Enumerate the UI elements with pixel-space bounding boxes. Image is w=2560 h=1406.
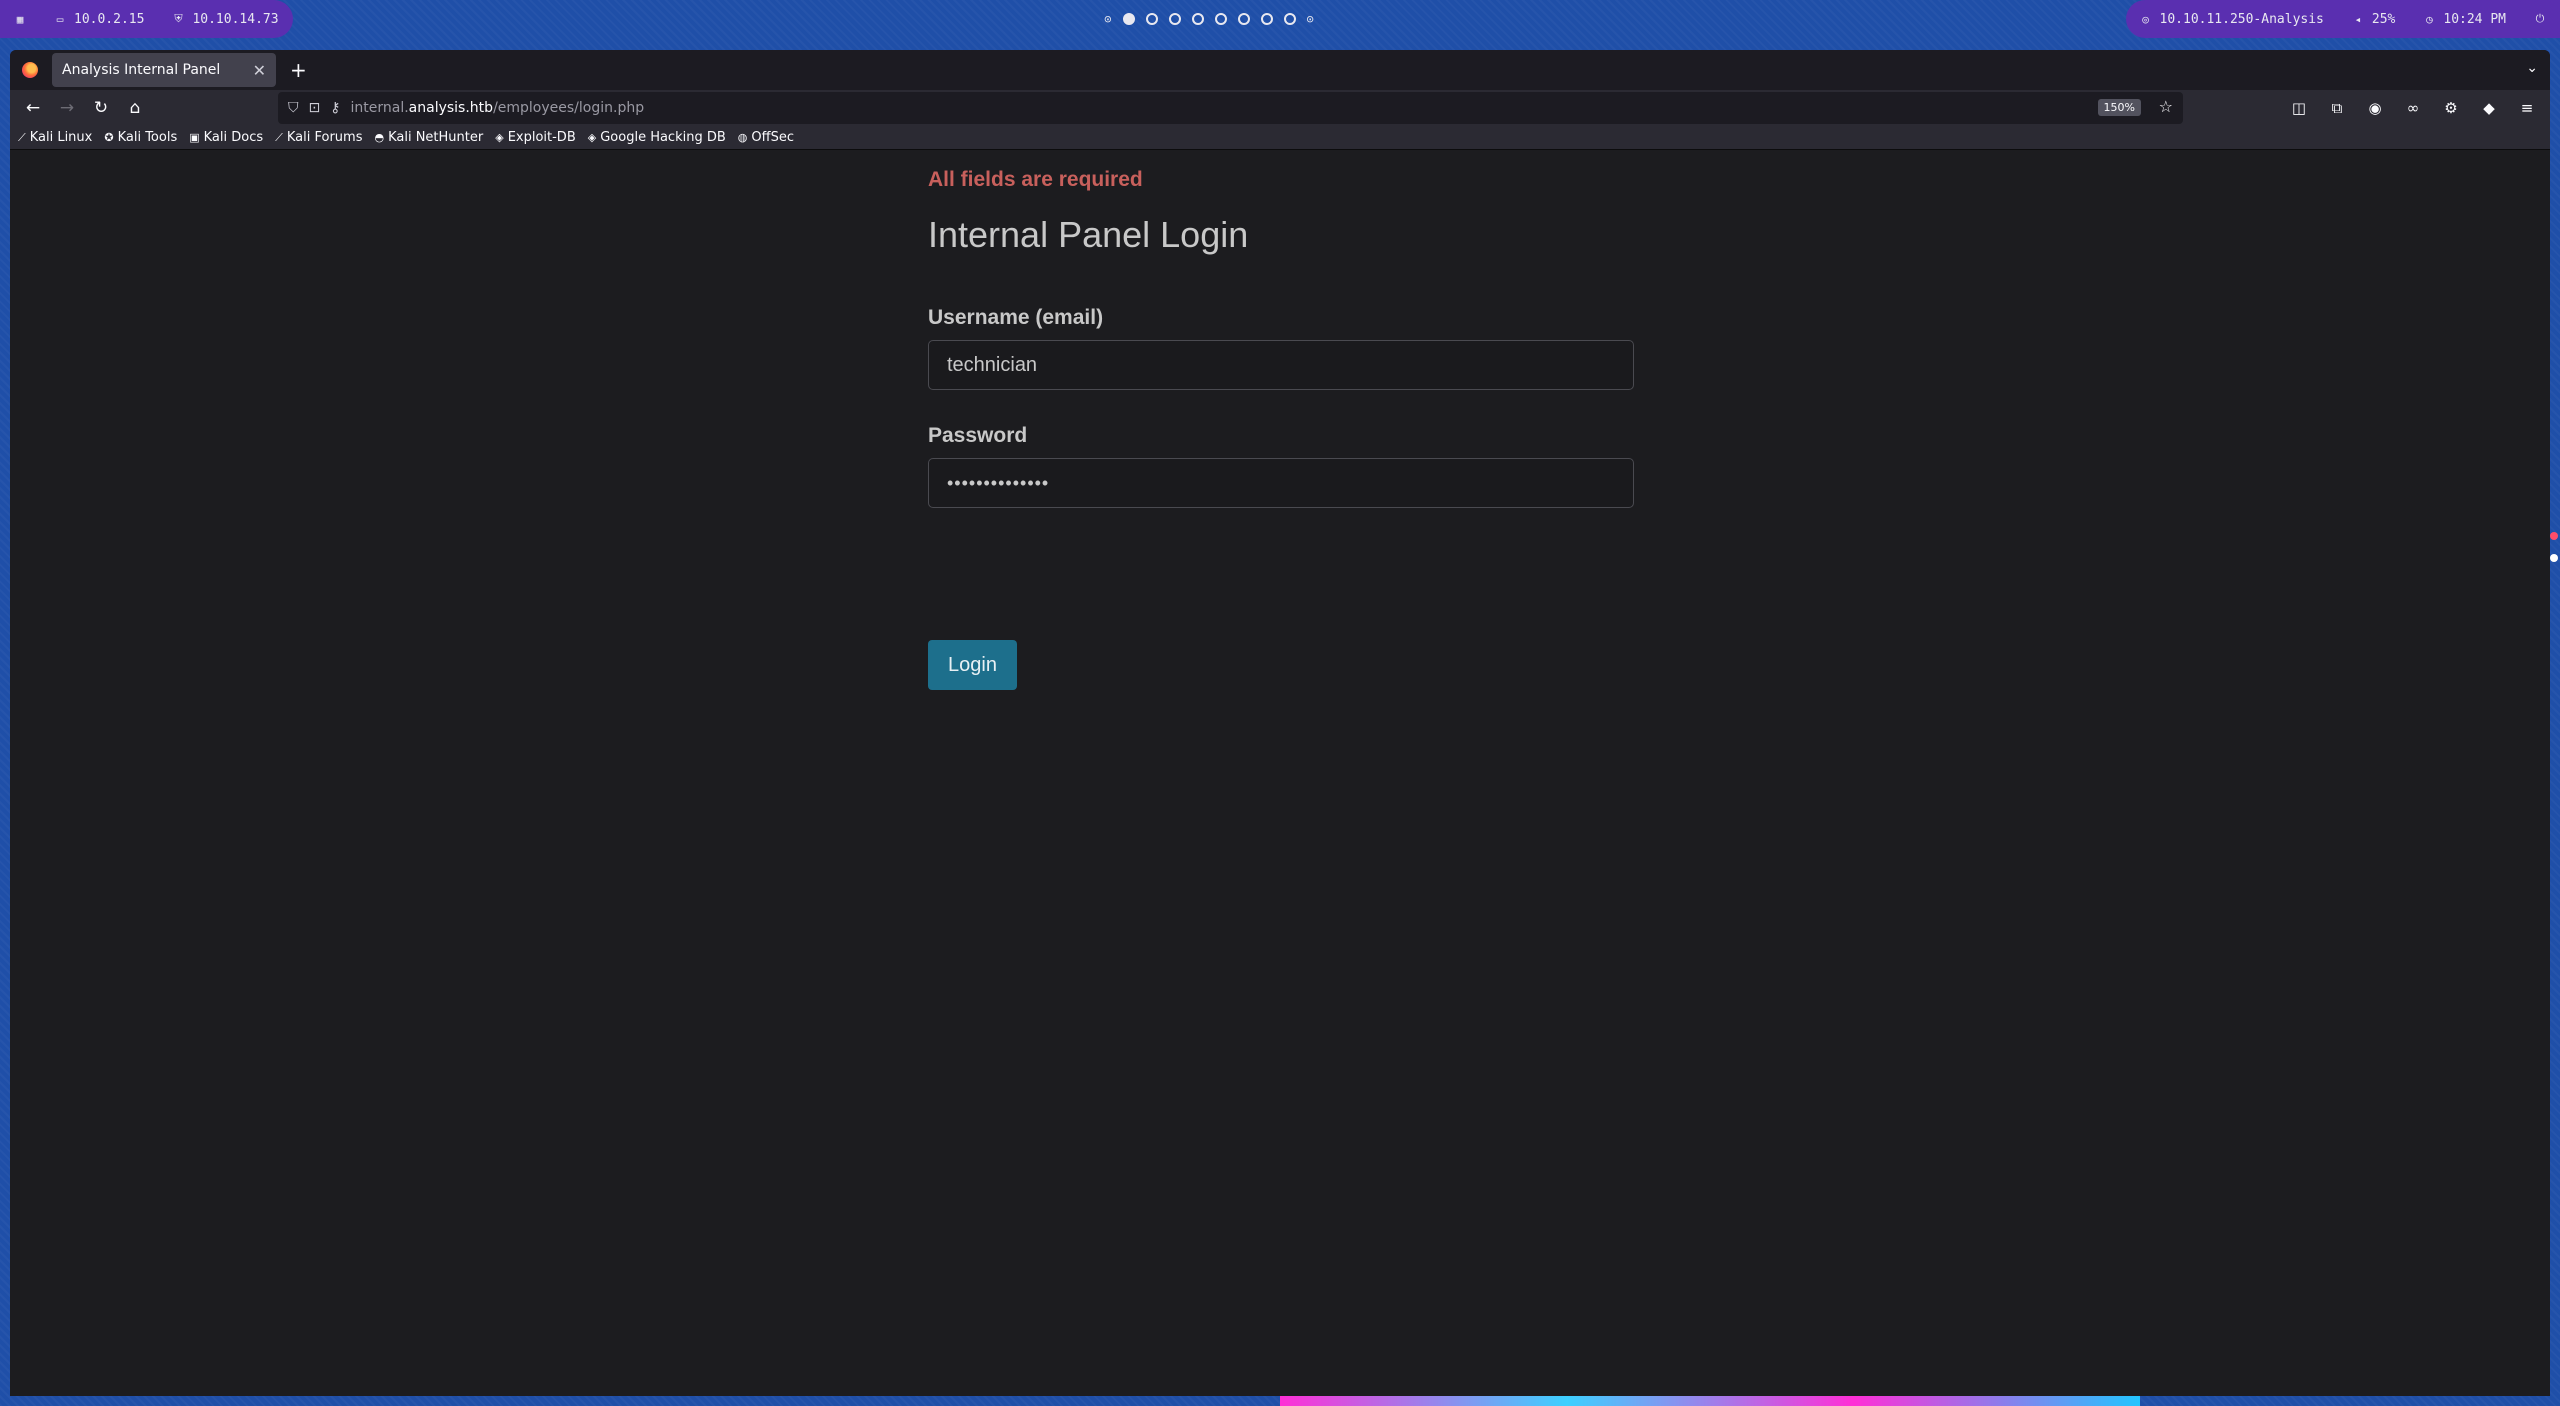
clock-icon: ◷ — [2426, 12, 2433, 26]
workspace-9[interactable] — [1283, 13, 1296, 25]
target-label: 10.10.11.250-Analysis — [2159, 11, 2324, 27]
clock-label: 10:24 PM — [2443, 11, 2506, 27]
bookmark-kali-linux[interactable]: ⟋ Kali Linux — [18, 130, 92, 145]
bookmark-offsec[interactable]: ◍ OffSec — [738, 130, 794, 145]
volume-label: 25% — [2371, 11, 2396, 27]
page-title: Internal Panel Login — [928, 214, 1249, 255]
kali-docs-icon: ▣ — [189, 131, 200, 144]
forward-button[interactable]: → — [50, 93, 84, 123]
firefox-logo-icon — [22, 62, 38, 78]
login-button[interactable]: Login — [928, 640, 1017, 690]
offsec-icon: ◍ — [737, 131, 748, 144]
tab-analysis-internal-panel[interactable]: Analysis Internal Panel ✕ — [52, 53, 276, 87]
extensions-icon[interactable]: ⧉ — [2320, 93, 2354, 123]
white-dot-decoration — [2550, 554, 2558, 562]
bookmark-kali-nethunter[interactable]: ◓ Kali NetHunter — [374, 130, 483, 145]
target-icon: ◎ — [2142, 12, 2149, 26]
workspace-4[interactable] — [1168, 13, 1181, 25]
password-field[interactable]: •••••••••••••• — [928, 458, 1634, 508]
workspace-6[interactable] — [1214, 13, 1227, 25]
tab-title: Analysis Internal Panel — [62, 62, 221, 78]
browser-window: Analysis Internal Panel ✕ + ⌄ ← → ↻ ⌂ ⛉ … — [10, 50, 2550, 1396]
bookmark-kali-docs[interactable]: ▣ Kali Docs — [189, 130, 263, 145]
ip-vpn-indicator[interactable]: ⛨ 10.10.14.73 — [158, 0, 293, 38]
username-value: technician — [947, 353, 1038, 376]
exploit-db-icon: ◈ — [495, 131, 504, 144]
navigation-bar: ← → ↻ ⌂ ⛉ ⊡ ⚷ internal.analysis.htb/empl… — [10, 90, 2550, 126]
tab-bar: Analysis Internal Panel ✕ + ⌄ — [10, 50, 2550, 90]
kali-tools-icon: ✪ — [104, 131, 114, 144]
username-label: Username (email) — [928, 306, 1104, 329]
extension-gear-icon[interactable]: ⚙ — [2434, 93, 2468, 123]
reload-button[interactable]: ↻ — [84, 93, 118, 123]
url-text[interactable]: internal.analysis.htb/employees/login.ph… — [351, 100, 645, 116]
bookmark-exploit-db[interactable]: ◈ Exploit-DB — [495, 130, 576, 145]
zoom-level-badge[interactable]: 150% — [2097, 99, 2141, 116]
workspace-3[interactable] — [1145, 13, 1158, 25]
tracking-shield-icon[interactable]: ⛉ — [288, 100, 299, 116]
page-content: All fields are required Internal Panel L… — [10, 150, 2550, 1396]
lock-icon[interactable]: ⊡ — [309, 100, 321, 116]
back-button[interactable]: ← — [16, 93, 50, 123]
error-message: All fields are required — [928, 168, 1143, 191]
extension-badge-icon[interactable]: ◆ — [2472, 93, 2506, 123]
system-panel-right: ◎ 10.10.11.250-Analysis ◂ 25% ◷ 10:24 PM… — [2125, 0, 2560, 38]
red-dot-decoration — [2550, 532, 2558, 540]
chevron-down-icon[interactable]: ⌄ — [2526, 60, 2538, 76]
ip-vpn-label: 10.10.14.73 — [192, 11, 279, 27]
bookmarks-toolbar: ⟋ Kali Linux ✪ Kali Tools ▣ Kali Docs ⟋ Kali… — [10, 126, 2550, 150]
new-tab-button[interactable]: + — [290, 58, 307, 82]
workspace-8[interactable] — [1260, 13, 1273, 25]
apps-menu-button[interactable]: ▦ — [0, 0, 40, 38]
url-bar[interactable]: ⛉ ⊡ ⚷ internal.analysis.htb/employees/lo… — [278, 92, 2183, 124]
password-value: •••••••••••••• — [947, 472, 1050, 493]
clock-indicator[interactable]: ◷ 10:24 PM — [2409, 0, 2520, 38]
target-indicator[interactable]: ◎ 10.10.11.250-Analysis — [2125, 0, 2338, 38]
power-icon: ⏻ — [2535, 12, 2545, 25]
workspace-2[interactable] — [1122, 13, 1135, 25]
bookmark-kali-tools[interactable]: ✪ Kali Tools — [104, 130, 177, 145]
password-label: Password — [928, 424, 1028, 447]
bookmark-kali-forums[interactable]: ⟋ Kali Forums — [275, 130, 362, 145]
extension-glasses-icon[interactable]: ∞ — [2396, 93, 2430, 123]
hamburger-menu-icon[interactable]: ≡ — [2510, 93, 2544, 123]
speaker-icon: ◂ — [2354, 12, 2362, 26]
bookmark-star-icon[interactable]: ☆ — [2159, 97, 2173, 116]
system-panel-left: ▦ ▭ 10.0.2.15 ⛨ 10.10.14.73 — [0, 0, 293, 38]
kali-forums-icon: ⟋ — [275, 130, 283, 144]
desktop-wallpaper-art — [1280, 1396, 2140, 1406]
workspace-5[interactable] — [1191, 13, 1204, 25]
kali-dragon-icon: ⟋ — [18, 130, 26, 144]
system-panel: ▦ ▭ 10.0.2.15 ⛨ 10.10.14.73 ⊙ ⊙ ◎ 10.10.… — [0, 0, 2560, 38]
workspace-7[interactable] — [1237, 13, 1250, 25]
workspace-switcher: ⊙ ⊙ — [1104, 13, 1314, 25]
volume-indicator[interactable]: ◂ 25% — [2337, 0, 2410, 38]
bookmark-google-hacking-db[interactable]: ◈ Google Hacking DB — [588, 130, 726, 145]
grid-icon: ▦ — [16, 12, 24, 26]
workspace-1[interactable]: ⊙ — [1104, 13, 1111, 25]
toolbar-right: ◫ ⧉ ◉ ∞ ⚙ ◆ ≡ — [2282, 93, 2544, 123]
username-field[interactable]: technician — [928, 340, 1634, 390]
workspace-10[interactable]: ⊙ — [1307, 13, 1314, 25]
pocket-icon[interactable]: ◫ — [2282, 93, 2316, 123]
ghdb-icon: ◈ — [587, 131, 597, 144]
ip-local-indicator[interactable]: ▭ 10.0.2.15 — [40, 0, 159, 38]
close-tab-icon[interactable]: ✕ — [253, 61, 266, 80]
monitor-icon: ▭ — [56, 12, 64, 26]
shield-icon: ⛨ — [174, 12, 183, 25]
power-button[interactable]: ⏻ — [2520, 0, 2560, 38]
desktop-side-decoration — [2550, 530, 2560, 570]
extension-foxy-icon[interactable]: ◉ — [2358, 93, 2392, 123]
ip-local-label: 10.0.2.15 — [74, 11, 145, 27]
nethunter-icon: ◓ — [374, 131, 385, 144]
home-button[interactable]: ⌂ — [118, 93, 152, 123]
key-icon[interactable]: ⚷ — [330, 100, 340, 116]
